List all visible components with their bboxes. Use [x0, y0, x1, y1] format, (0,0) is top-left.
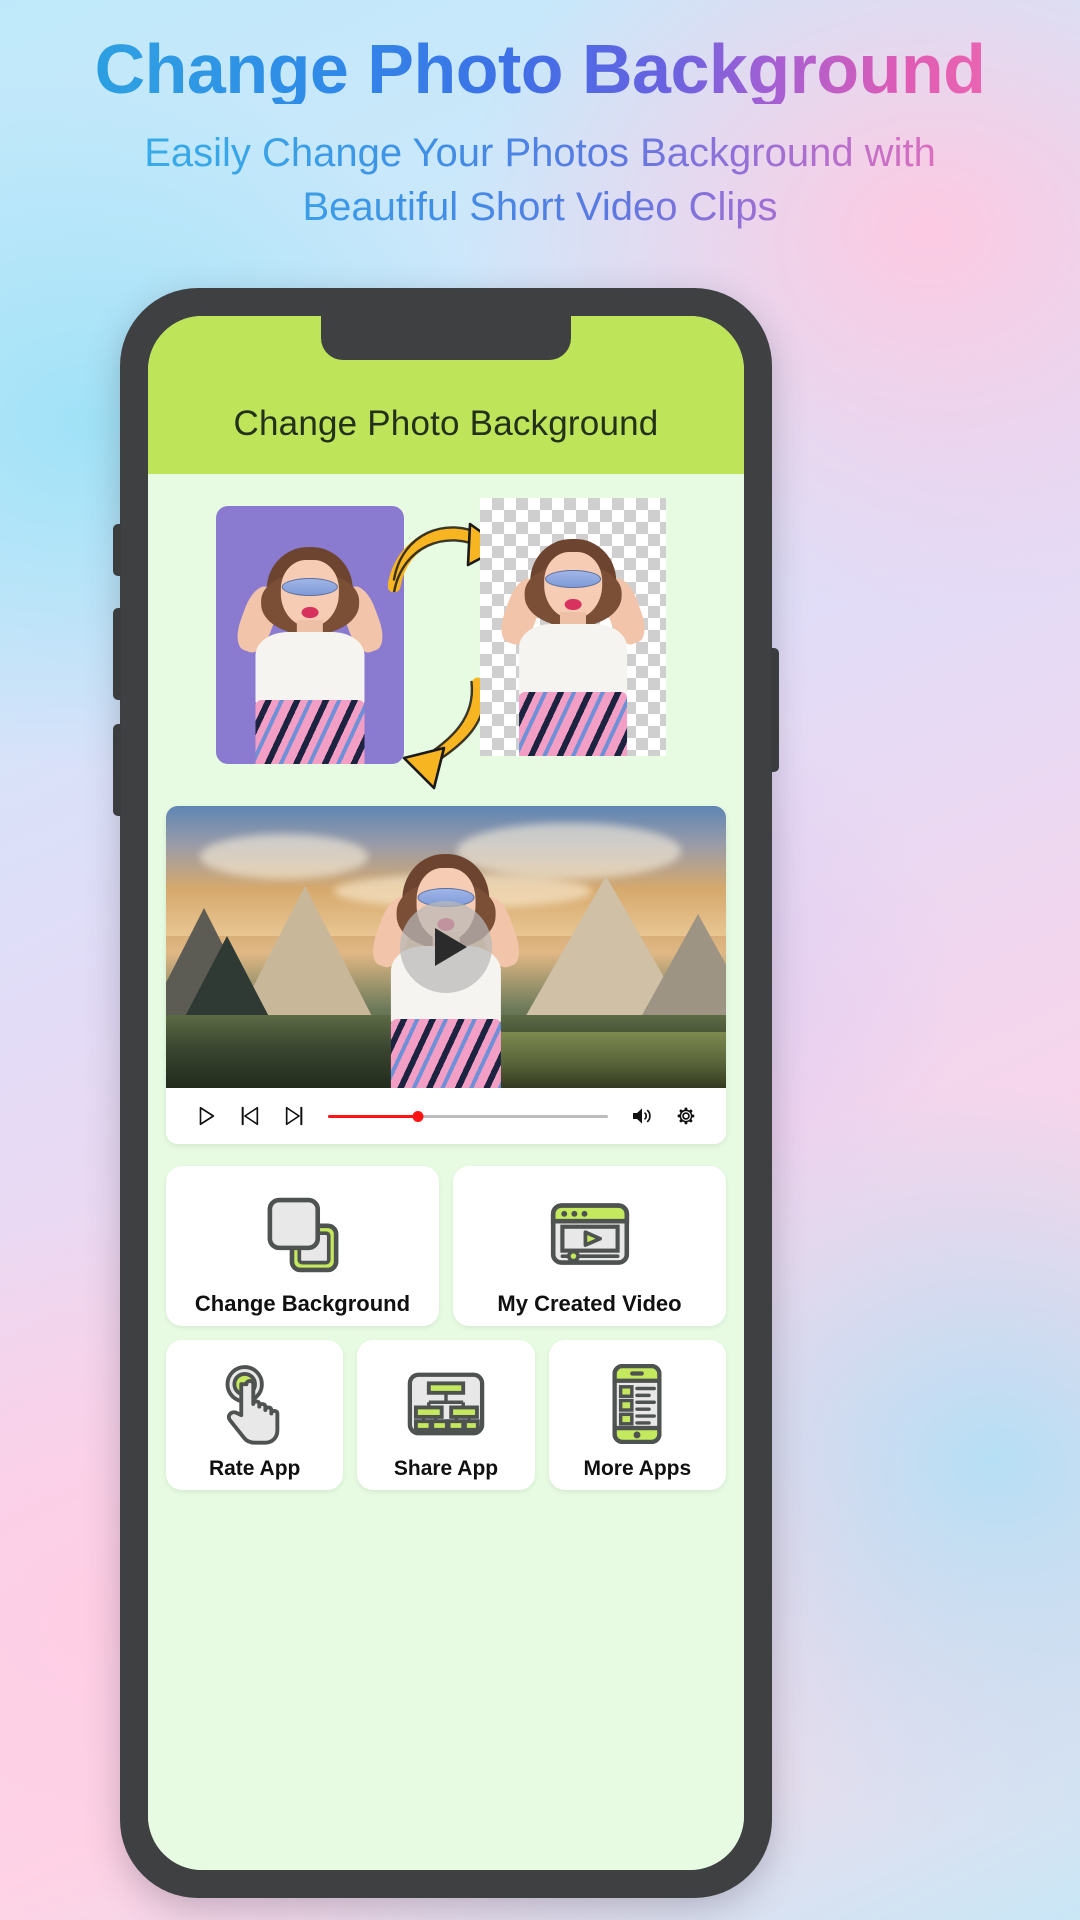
lips	[564, 598, 582, 611]
phone-power-button	[771, 648, 779, 772]
demo-illustration	[148, 498, 744, 798]
card-more-apps[interactable]: More Apps	[548, 1340, 726, 1490]
card-label: Change Background	[194, 1291, 411, 1316]
video-window-play-icon	[544, 1189, 636, 1281]
phone-screen: Change Photo Background Change Backgroun…	[148, 316, 744, 1870]
hand-tap-icon	[212, 1361, 298, 1447]
skip-previous-icon	[241, 1106, 259, 1126]
two-overlapping-squares-icon	[257, 1189, 349, 1281]
settings-button[interactable]	[664, 1094, 708, 1138]
hero-subtitle-line1: Easily Change Your Photos Background wit…	[144, 131, 936, 175]
curved-arrow-down-icon	[402, 677, 487, 790]
woman-illustration-cutout	[480, 498, 666, 756]
lips	[301, 606, 319, 619]
share-network-icon	[403, 1361, 489, 1447]
card-label: More Apps	[583, 1457, 692, 1480]
promo-screenshot: Change Photo Background Easily Change Yo…	[0, 0, 1080, 1920]
volume-icon	[633, 1108, 651, 1124]
previous-button[interactable]	[228, 1094, 272, 1138]
white-top	[255, 632, 365, 710]
play-button[interactable]	[184, 1094, 228, 1138]
striped-skirt	[390, 1018, 502, 1088]
app-bar-title: Change Photo Background	[233, 404, 659, 443]
hero-section: Change Photo Background Easily Change Yo…	[0, 34, 1080, 235]
play-overlay-button[interactable]	[400, 901, 492, 993]
mobile-apps-list-icon	[594, 1361, 680, 1447]
video-preview-card[interactable]	[166, 806, 726, 1144]
hero-title: Change Photo Background	[0, 34, 1080, 104]
next-button[interactable]	[272, 1094, 316, 1138]
phone-mockup: Change Photo Background Change Backgroun…	[113, 288, 779, 1898]
card-label: My Created Video	[497, 1291, 682, 1316]
white-top	[519, 624, 627, 702]
gear-icon	[677, 1107, 695, 1125]
seek-knob[interactable]	[412, 1110, 424, 1122]
card-label: Share App	[393, 1457, 499, 1480]
phone-volume-up-button	[113, 608, 121, 700]
sunglasses	[281, 578, 339, 597]
seek-progress	[328, 1114, 418, 1118]
skip-next-icon	[285, 1106, 303, 1126]
phone-silent-switch	[113, 524, 121, 576]
video-controls-bar	[166, 1088, 726, 1144]
card-label: Rate App	[208, 1457, 301, 1480]
phone-volume-down-button	[113, 724, 121, 816]
cutout-photo	[480, 498, 666, 756]
volume-button[interactable]	[620, 1094, 664, 1138]
feature-grid: Change Background My Created Video Rate …	[148, 1144, 744, 1490]
card-rate-app[interactable]: Rate App	[166, 1340, 344, 1490]
play-icon	[199, 1106, 215, 1126]
card-share-app[interactable]: Share App	[357, 1340, 535, 1490]
play-icon	[434, 928, 467, 966]
phone-notch	[321, 316, 571, 360]
striped-skirt	[255, 699, 365, 764]
hero-subtitle: Easily Change Your Photos Background wit…	[0, 126, 1080, 235]
hero-subtitle-line2: Beautiful Short Video Clips	[302, 185, 778, 230]
striped-skirt	[519, 691, 627, 756]
card-my-created-video[interactable]: My Created Video	[453, 1166, 726, 1326]
cloud	[199, 834, 368, 880]
app-content: Change Background My Created Video Rate …	[148, 498, 744, 1870]
feature-row-2: Rate App Share App More Apps	[166, 1340, 726, 1490]
feature-row-1: Change Background My Created Video	[166, 1166, 726, 1326]
card-change-background[interactable]: Change Background	[166, 1166, 439, 1326]
sunglasses	[545, 570, 601, 589]
mountain	[635, 913, 726, 1026]
woman-illustration-original	[216, 506, 404, 764]
video-preview[interactable]	[166, 806, 726, 1088]
original-photo	[216, 506, 404, 764]
seek-slider[interactable]	[328, 1106, 608, 1126]
